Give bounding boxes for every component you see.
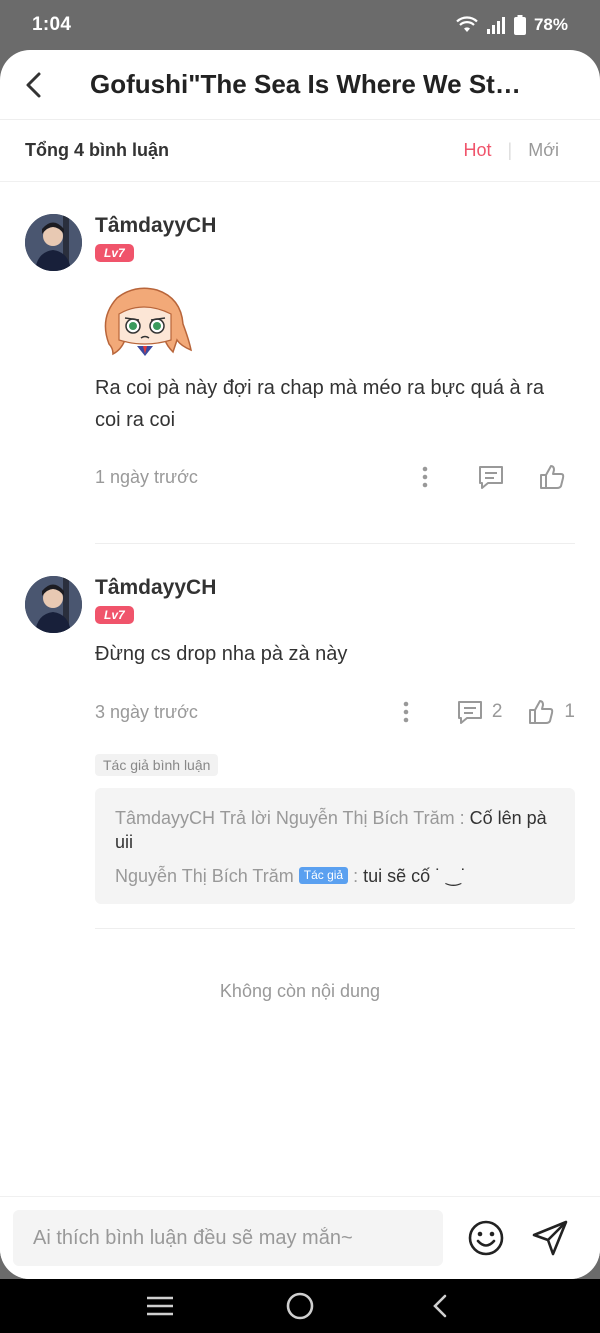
battery-percent: 78% xyxy=(533,15,568,34)
reply-button[interactable]: 2 xyxy=(456,699,503,725)
like-count: 1 xyxy=(564,701,575,722)
comment-text: Đừng cs drop nha pà zà này xyxy=(95,643,348,665)
more-icon xyxy=(403,701,409,723)
user-name[interactable]: TâmdayyCH xyxy=(95,214,575,238)
reply-text: tui sẽ cố ˙ ‿˙ xyxy=(363,866,467,886)
comment-time: 1 ngày trước xyxy=(95,466,198,487)
comment-total: Tổng 4 bình luận xyxy=(25,140,169,160)
more-button[interactable] xyxy=(396,701,416,723)
author-badge: Tác giả xyxy=(298,867,349,884)
comment-item: TâmdayyCH Lv7 Ra coi pà này đợi ra chap … xyxy=(0,214,600,497)
status-bar: 1:04 78% xyxy=(0,0,600,50)
battery-icon xyxy=(513,15,526,35)
comment-actions: 2 1 xyxy=(396,699,575,725)
home-icon xyxy=(286,1292,314,1320)
reply-prefix: Nguyễn Thị Bích Trăm xyxy=(115,866,299,886)
send-button[interactable] xyxy=(531,1219,569,1257)
header: Gofushi"The Sea Is Where We St… xyxy=(0,50,600,120)
status-icons: 78% xyxy=(456,15,568,35)
page-title: Gofushi"The Sea Is Where We St… xyxy=(90,69,521,99)
like-icon xyxy=(540,465,565,489)
nav-back-button[interactable] xyxy=(410,1284,470,1328)
replies-box[interactable]: TâmdayyCH Trả lời Nguyễn Thị Bích Trăm :… xyxy=(95,788,575,904)
more-icon xyxy=(422,466,428,488)
recent-apps-button[interactable] xyxy=(130,1284,190,1328)
more-button[interactable] xyxy=(415,466,435,488)
comment-item: TâmdayyCH Lv7 Đừng cs drop nha pà zà này… xyxy=(0,576,600,904)
level-badge: Lv7 xyxy=(95,606,134,624)
comment-text: Ra coi pà này đợi ra chap mà méo ra bực … xyxy=(95,377,544,431)
reply-button[interactable] xyxy=(477,464,505,490)
signal-icon xyxy=(486,16,506,34)
tab-new[interactable]: Mới xyxy=(528,140,559,161)
like-icon xyxy=(529,700,554,724)
reply-prefix: TâmdayyCH Trả lời Nguyễn Thị Bích Trăm : xyxy=(115,808,470,828)
comment-meta: 1 ngày trước xyxy=(95,457,575,497)
comment-actions xyxy=(415,464,575,490)
user-name[interactable]: TâmdayyCH xyxy=(95,576,575,600)
emoji-icon xyxy=(468,1220,504,1256)
back-button[interactable] xyxy=(20,71,48,99)
level-badge: Lv7 xyxy=(95,244,134,262)
comment-divider xyxy=(95,543,575,544)
back-icon xyxy=(26,72,41,97)
system-nav-bar xyxy=(0,1279,600,1333)
sort-tabs: Hot | Mới xyxy=(464,140,576,161)
emoji-button[interactable] xyxy=(467,1219,505,1257)
end-of-content: Không còn nội dung xyxy=(219,981,381,1001)
tab-hot[interactable]: Hot xyxy=(464,140,492,161)
reply-item[interactable]: TâmdayyCH Trả lời Nguyễn Thị Bích Trăm :… xyxy=(115,806,555,854)
reply-count: 2 xyxy=(491,701,503,722)
sticker-image xyxy=(95,284,575,362)
comment-divider xyxy=(95,928,575,929)
menu-icon xyxy=(147,1296,173,1316)
status-time: 1:04 xyxy=(32,14,72,35)
like-button[interactable]: 1 xyxy=(528,699,575,725)
comments-sheet: Gofushi"The Sea Is Where We St… Tổng 4 b… xyxy=(0,50,600,1279)
avatar[interactable] xyxy=(25,576,82,633)
author-comment-tag: Tác giả bình luận xyxy=(95,754,219,776)
like-button[interactable] xyxy=(539,464,565,490)
comments-summary-bar: Tổng 4 bình luận Hot | Mới xyxy=(0,120,600,182)
comment-input-bar xyxy=(0,1196,600,1279)
comment-time: 3 ngày trước xyxy=(95,701,198,722)
nav-back-icon xyxy=(433,1294,447,1318)
send-icon xyxy=(532,1220,568,1256)
comment-input[interactable] xyxy=(13,1210,443,1266)
wifi-icon xyxy=(456,16,478,34)
home-button[interactable] xyxy=(270,1284,330,1328)
comment-meta: 3 ngày trước 2 1 xyxy=(95,692,575,732)
reply-icon xyxy=(479,466,503,489)
reply-item[interactable]: Nguyễn Thị Bích Trăm Tác giả : tui sẽ cố… xyxy=(115,864,555,888)
reply-separator: : xyxy=(348,866,364,886)
reply-icon xyxy=(457,701,482,724)
avatar[interactable] xyxy=(25,214,82,271)
tab-separator: | xyxy=(507,140,513,160)
